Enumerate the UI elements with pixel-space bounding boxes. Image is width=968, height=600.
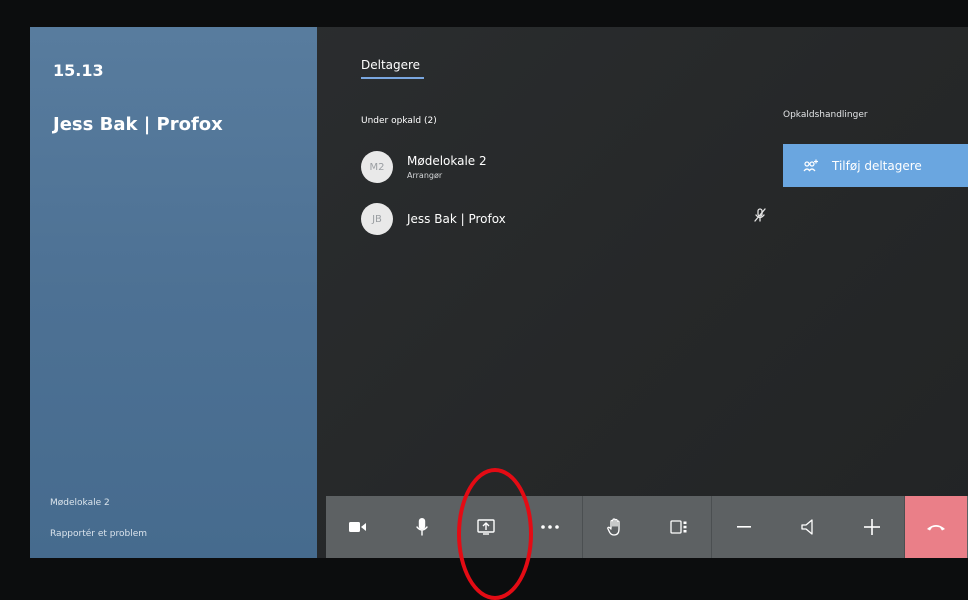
volume-down-icon	[737, 526, 751, 528]
meeting-title: Jess Bak | Profox	[53, 114, 223, 135]
participant-role: Arrangør	[407, 171, 443, 180]
participants-pane: Deltagere Under opkald (2) Opkaldshandli…	[317, 27, 968, 558]
room-name: Mødelokale 2	[50, 498, 110, 508]
report-problem-link[interactable]: Rapportér et problem	[50, 529, 147, 539]
in-call-header: Under opkald (2)	[361, 116, 437, 126]
raise-hand-button[interactable]	[583, 496, 647, 558]
share-screen-icon	[477, 519, 495, 535]
meeting-info-panel: 15.13 Jess Bak | Profox Mødelokale 2 Rap…	[30, 27, 317, 558]
camera-button[interactable]	[326, 496, 390, 558]
add-participants-button[interactable]: Tilføj deltagere	[783, 144, 968, 187]
call-actions-header: Opkaldshandlinger	[783, 110, 868, 120]
participant-name: Mødelokale 2	[407, 154, 487, 168]
speaker-button[interactable]	[776, 496, 840, 558]
hang-up-button[interactable]	[905, 496, 967, 558]
volume-up-icon	[864, 519, 880, 535]
more-options-button[interactable]	[518, 496, 582, 558]
speaker-icon	[801, 519, 813, 535]
layout-icon	[670, 520, 687, 534]
camera-icon	[349, 522, 366, 532]
hang-up-icon	[927, 525, 945, 531]
mic-muted-icon	[754, 207, 766, 226]
more-icon	[541, 525, 559, 529]
view-controls	[582, 496, 711, 558]
tab-underline	[361, 77, 424, 79]
add-participants-label: Tilføj deltagere	[832, 158, 922, 173]
end-call-group	[904, 496, 967, 558]
media-controls	[326, 496, 582, 558]
share-screen-button[interactable]	[454, 496, 518, 558]
layout-button[interactable]	[647, 496, 711, 558]
avatar: M2	[361, 151, 393, 183]
add-person-icon	[803, 159, 818, 172]
volume-down-button[interactable]	[712, 496, 776, 558]
participant-row[interactable]: JB Jess Bak | Profox	[361, 203, 506, 235]
raise-hand-icon	[607, 518, 620, 536]
participant-row[interactable]: M2 Mødelokale 2 Arrangør	[361, 151, 487, 183]
call-control-bar	[326, 496, 968, 558]
tab-participants[interactable]: Deltagere	[361, 58, 420, 72]
clock: 15.13	[53, 61, 104, 80]
volume-controls	[711, 496, 904, 558]
teams-room-screen: 15.13 Jess Bak | Profox Mødelokale 2 Rap…	[30, 27, 968, 558]
participant-name: Jess Bak | Profox	[407, 211, 506, 226]
microphone-button[interactable]	[390, 496, 454, 558]
avatar: JB	[361, 203, 393, 235]
microphone-icon	[416, 518, 428, 536]
volume-up-button[interactable]	[840, 496, 904, 558]
